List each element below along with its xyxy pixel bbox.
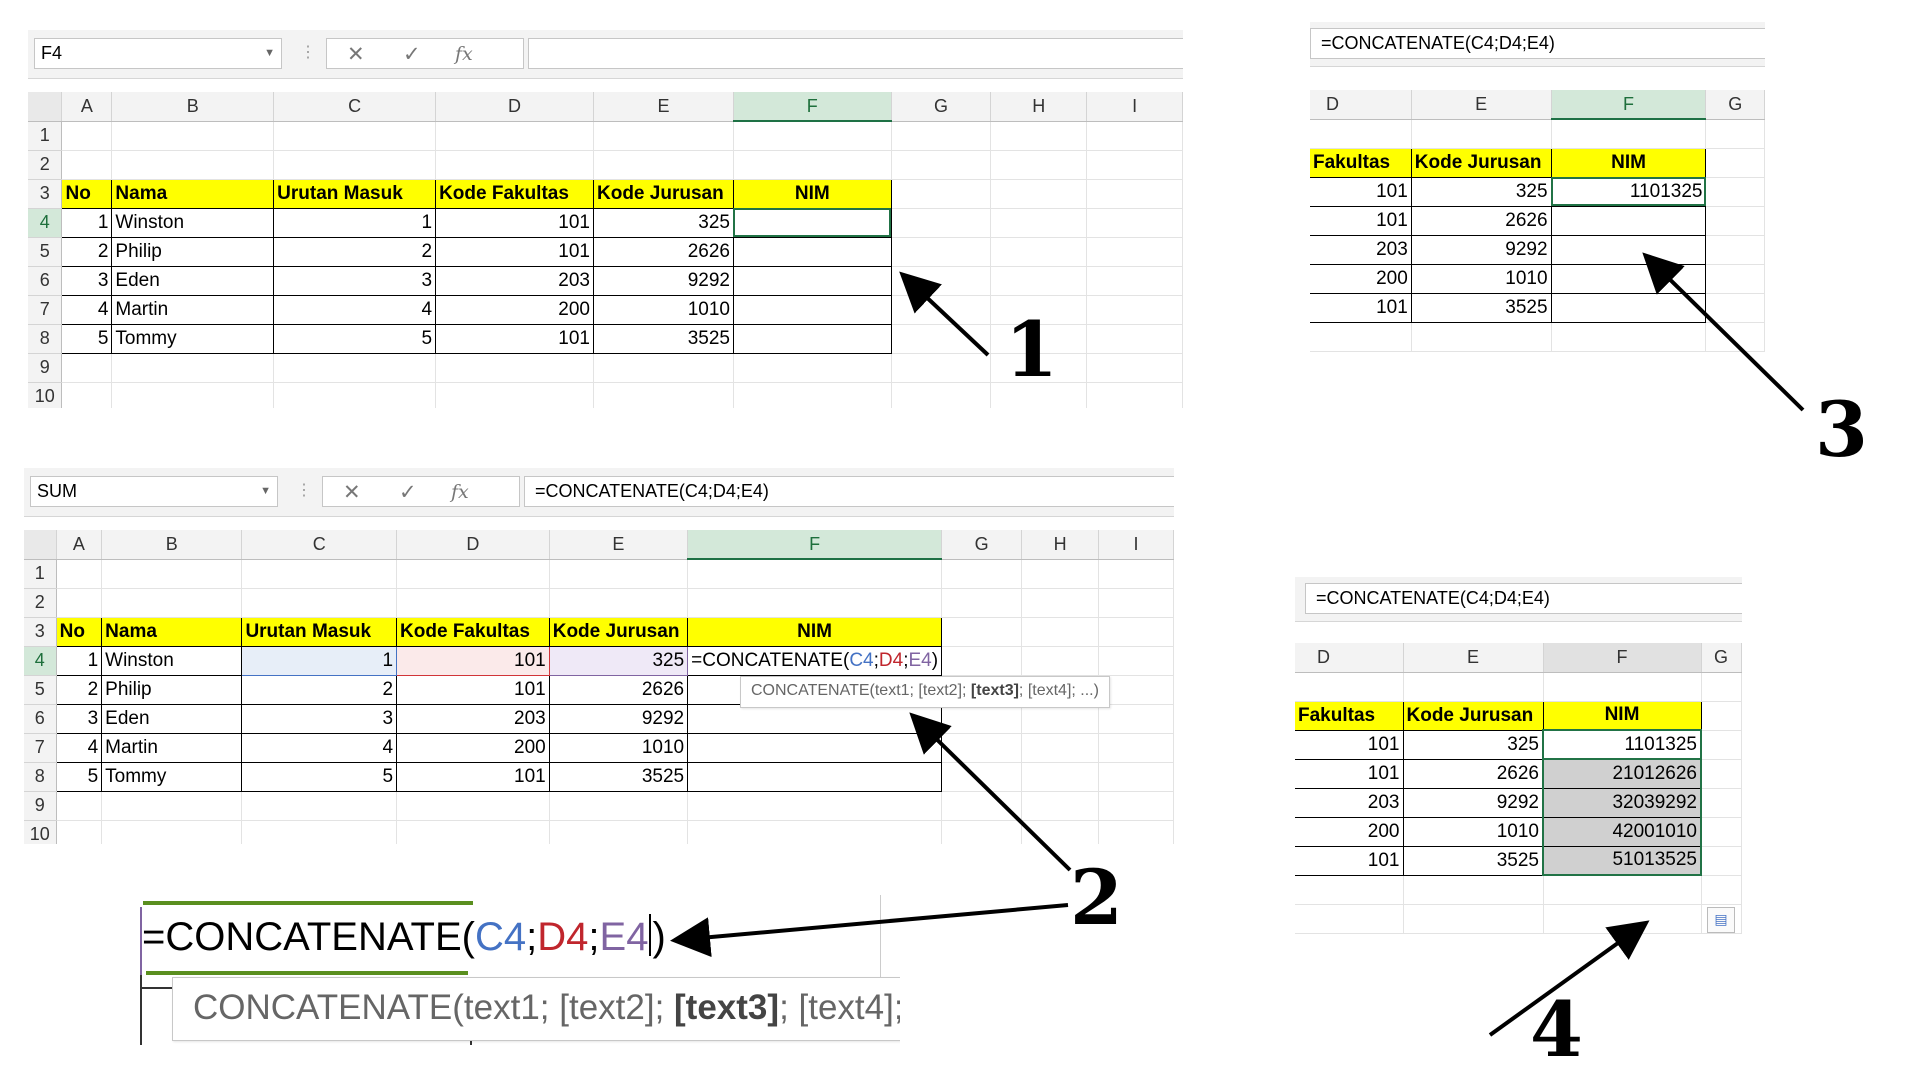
arrow-3 bbox=[1642, 252, 1805, 412]
arrow-2b bbox=[670, 903, 1069, 958]
callout-number-3: 3 bbox=[1815, 385, 1868, 474]
annotation-arrows bbox=[670, 252, 1805, 1037]
arrow-2a bbox=[909, 712, 1072, 872]
callout-number-4: 4 bbox=[1530, 985, 1583, 1074]
callout-number-1: 1 bbox=[1005, 305, 1058, 394]
callout-number-2: 2 bbox=[1070, 853, 1123, 942]
arrow-1 bbox=[899, 271, 990, 357]
